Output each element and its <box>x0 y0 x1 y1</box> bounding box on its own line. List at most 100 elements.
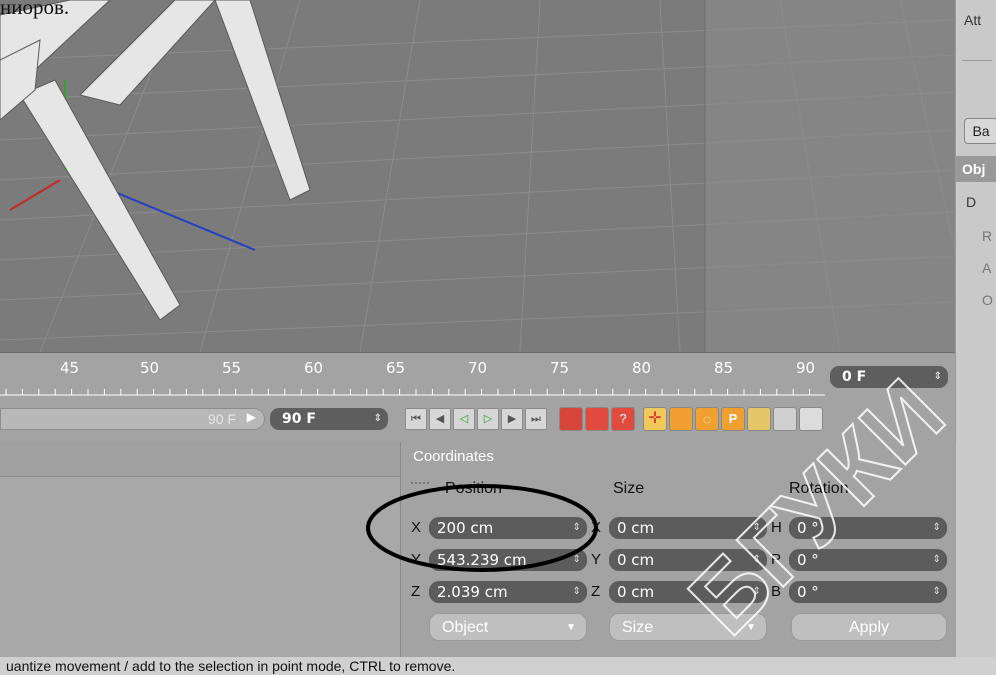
attributes-panel: Att Ba Obj D R A O <box>955 0 996 660</box>
rotation-header: Rotation <box>789 480 849 497</box>
timeline-tick: 65 <box>386 359 406 377</box>
timeline-tick: 80 <box>632 359 652 377</box>
position-axis-y: Y <box>411 551 422 568</box>
size-x-field[interactable]: 0 cm ⇕ <box>609 517 767 539</box>
timeline-tick: 50 <box>140 359 160 377</box>
size-z-value: 0 cm <box>617 583 655 601</box>
slider-handle-icon[interactable]: ▶ <box>247 410 256 424</box>
transport-bar: 90 F ▶ 90 F ⇕ ⏮ ◀ ◁ ▷ ▶ ⏭ ? ✛ ◌ P <box>0 400 955 443</box>
rotation-p-value: 0 ° <box>797 551 819 569</box>
size-axis-z: Z <box>591 583 601 600</box>
attr-item-r: R <box>982 228 993 244</box>
stepper-icon[interactable]: ⇕ <box>753 581 761 603</box>
current-frame-value: 0 F <box>842 369 867 385</box>
size-z-field[interactable]: 0 cm ⇕ <box>609 581 767 603</box>
timeline[interactable]: 45 50 55 60 65 70 75 80 85 90 0 F ⇕ <box>0 352 955 401</box>
object-manager-area <box>0 442 400 657</box>
timeline-tick: 75 <box>550 359 570 377</box>
timeline-tick: 45 <box>60 359 80 377</box>
timeline-tick: 60 <box>304 359 324 377</box>
stepper-icon[interactable]: ⇕ <box>573 581 581 603</box>
keyframe-help-icon[interactable]: ? <box>611 407 635 431</box>
apply-button-label: Apply <box>848 619 890 636</box>
object-tab[interactable]: Obj <box>956 156 996 182</box>
rotation-axis-b: B <box>771 583 782 600</box>
stepper-icon[interactable]: ⇕ <box>573 549 581 571</box>
stepper-icon[interactable]: ⇕ <box>753 549 761 571</box>
size-mode-dropdown[interactable]: Size ▼ <box>609 613 767 641</box>
manager-header <box>0 442 400 477</box>
size-y-value: 0 cm <box>617 551 655 569</box>
position-x-field[interactable]: 200 cm ⇕ <box>429 517 587 539</box>
rotation-b-value: 0 ° <box>797 583 819 601</box>
prev-frame-button[interactable]: ◀ <box>429 408 451 430</box>
timeline-ruler <box>0 389 825 396</box>
panel-grip-icon <box>962 40 992 61</box>
stepper-icon[interactable]: ⇕ <box>933 517 941 539</box>
end-frame-value: 90 F <box>282 411 316 427</box>
stepper-icon[interactable]: ⇕ <box>933 549 941 571</box>
stepper-icon[interactable]: ⇕ <box>573 517 581 539</box>
goto-end-button[interactable]: ⏭ <box>525 408 547 430</box>
size-axis-x: X <box>591 519 602 536</box>
coordinates-manager: Coordinates Position Size Rotation X 200… <box>400 442 956 657</box>
rotate-tool-icon[interactable]: ◌ <box>695 407 719 431</box>
size-header: Size <box>613 480 645 497</box>
preview-end-label: 90 F <box>207 411 236 427</box>
frame-stepper-icon[interactable]: ⇕ <box>934 366 942 388</box>
end-frame-stepper-icon[interactable]: ⇕ <box>374 408 382 430</box>
position-z-value: 2.039 cm <box>437 583 508 601</box>
attr-item-o: O <box>982 292 993 308</box>
goto-start-button[interactable]: ⏮ <box>405 408 427 430</box>
attr-item-a: A <box>982 260 992 276</box>
play-forward-button[interactable]: ▷ <box>477 408 499 430</box>
coordinate-mode-dropdown[interactable]: Object ▼ <box>429 613 587 641</box>
attr-item-d: D <box>966 194 977 210</box>
position-axis-z: Z <box>411 583 421 600</box>
autokey-icon[interactable] <box>585 407 609 431</box>
position-z-field[interactable]: 2.039 cm ⇕ <box>429 581 587 603</box>
position-header: Position <box>445 480 502 497</box>
size-dropdown-value: Size <box>622 619 654 636</box>
next-frame-button[interactable]: ▶ <box>501 408 523 430</box>
attributes-tab[interactable]: Att <box>964 12 981 28</box>
status-bar: uantize movement / add to the selection … <box>0 657 996 675</box>
apply-button[interactable]: Apply <box>791 613 947 641</box>
timeline-tick: 90 <box>796 359 816 377</box>
size-axis-y: Y <box>591 551 602 568</box>
rotation-p-field[interactable]: 0 ° ⇕ <box>789 549 947 571</box>
basic-tab[interactable]: Ba <box>964 118 996 144</box>
status-text: uantize movement / add to the selection … <box>6 658 456 674</box>
position-x-value: 200 cm <box>437 519 494 537</box>
preview-range-slider[interactable]: 90 F ▶ <box>0 408 265 430</box>
position-y-field[interactable]: 543.239 cm ⇕ <box>429 549 587 571</box>
move-tool-icon[interactable]: ✛ <box>643 407 667 431</box>
rotation-axis-h: H <box>771 519 782 536</box>
end-frame-field[interactable]: 90 F ⇕ <box>270 408 388 430</box>
layout-icon[interactable] <box>799 407 823 431</box>
timeline-tick: 85 <box>714 359 734 377</box>
position-y-value: 543.239 cm <box>437 551 527 569</box>
current-frame-field[interactable]: 0 F ⇕ <box>830 366 948 388</box>
3d-viewport[interactable]: ниоров. <box>0 0 955 352</box>
top-caption: ниоров. <box>0 0 69 19</box>
size-x-value: 0 cm <box>617 519 655 537</box>
mode-dropdown-value: Object <box>442 619 489 636</box>
record-keys-icon[interactable] <box>559 407 583 431</box>
size-y-field[interactable]: 0 cm ⇕ <box>609 549 767 571</box>
play-backward-button[interactable]: ◁ <box>453 408 475 430</box>
rotation-h-field[interactable]: 0 ° ⇕ <box>789 517 947 539</box>
rotation-h-value: 0 ° <box>797 519 819 537</box>
sound-icon[interactable] <box>773 407 797 431</box>
coordinates-title: Coordinates <box>413 448 494 465</box>
scale-tool-icon[interactable] <box>669 407 693 431</box>
timeline-tick: 70 <box>468 359 488 377</box>
chevron-down-icon: ▼ <box>746 622 756 633</box>
rotation-b-field[interactable]: 0 ° ⇕ <box>789 581 947 603</box>
position-axis-x: X <box>411 519 422 536</box>
stepper-icon[interactable]: ⇕ <box>933 581 941 603</box>
stepper-icon[interactable]: ⇕ <box>753 517 761 539</box>
parameter-tool-icon[interactable]: P <box>721 407 745 431</box>
point-grid-icon[interactable] <box>747 407 771 431</box>
viewport-scene: ниоров. <box>0 0 955 352</box>
